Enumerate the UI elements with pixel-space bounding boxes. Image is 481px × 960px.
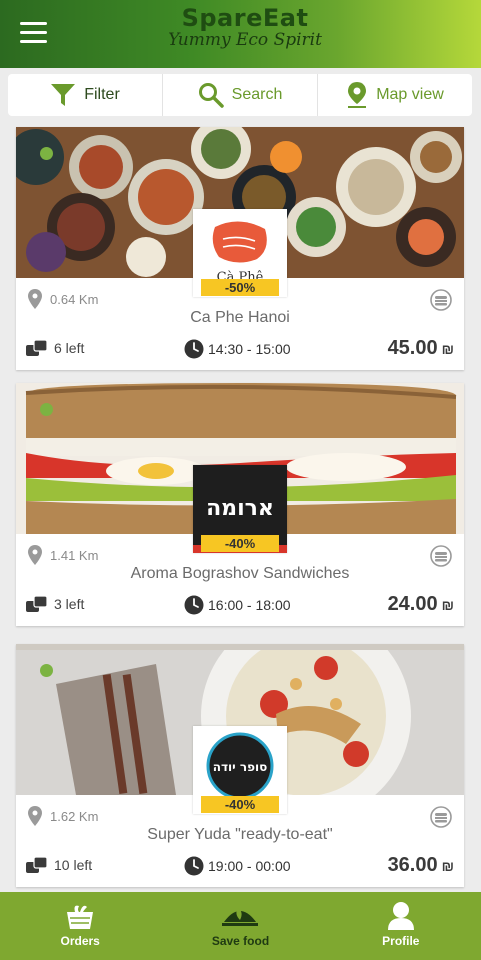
location-pin-icon	[28, 289, 42, 309]
pickup-time-text: 19:00 - 00:00	[208, 858, 291, 874]
restaurant-name: Ca Phe Hanoi	[190, 309, 290, 326]
items-left-text: 6 left	[54, 340, 85, 356]
pickup-time-text: 16:00 - 18:00	[208, 597, 291, 613]
portions-icon	[26, 340, 48, 356]
discount-badge: -40%	[201, 535, 279, 552]
items-left: 6 left	[26, 340, 84, 356]
items-left-text: 3 left	[54, 596, 85, 612]
filter-icon	[51, 84, 76, 106]
search-label: Search	[231, 86, 283, 103]
brand-title: SpareEat	[181, 4, 309, 32]
currency-symbol: ₪	[441, 858, 454, 874]
search-icon	[198, 83, 224, 108]
items-left: 3 left	[26, 596, 84, 612]
price-value: 36.00	[387, 854, 438, 876]
action-toolbar: Filter Search Map view	[8, 74, 472, 116]
distance-text: 1.41 Km	[50, 547, 99, 563]
app-header: SpareEat Yummy Eco Spirit	[0, 0, 481, 68]
filter-label: Filter	[84, 86, 120, 103]
clock-icon	[184, 595, 204, 615]
clock-icon	[184, 339, 204, 359]
map-view-button[interactable]: Map view	[317, 74, 472, 116]
location-pin-icon	[28, 545, 42, 565]
nav-save-food-label: Save food	[211, 934, 270, 948]
items-left: 10 left	[26, 857, 92, 873]
nav-profile-label: Profile	[382, 934, 420, 948]
pickup-time: 19:00 - 00:00	[184, 856, 291, 876]
pickup-time: 14:30 - 15:00	[184, 339, 291, 359]
brand-subtitle: Yummy Eco Spirit	[168, 30, 322, 50]
clock-icon	[184, 856, 204, 876]
restaurant-name: Super Yuda "ready-to-eat"	[147, 826, 333, 843]
offer-card[interactable]: ארומה -40% 1.41 Km Aroma Bograshov Sandw…	[16, 383, 464, 626]
basket-icon	[67, 905, 94, 929]
currency-symbol: ₪	[441, 597, 454, 613]
portions-icon	[26, 857, 48, 873]
status-dot	[40, 403, 53, 416]
offer-card[interactable]: Cà Phê -50% 0.64 Km Ca Phe Hanoi 6 left …	[16, 127, 464, 370]
price: 36.00 ₪	[388, 854, 454, 877]
bottom-nav: Orders Save food Profile	[0, 892, 481, 960]
nav-save-food[interactable]: Save food	[160, 892, 320, 960]
offer-card[interactable]: סופר יודה -40% 1.62 Km Super Yuda "ready…	[16, 644, 464, 887]
price-value: 24.00	[387, 593, 438, 615]
search-button[interactable]: Search	[162, 74, 317, 116]
map-view-label: Map view	[376, 86, 444, 103]
leaf-bowl-icon	[222, 908, 259, 926]
nav-orders[interactable]: Orders	[0, 892, 160, 960]
portions-icon	[26, 596, 48, 612]
items-left-text: 10 left	[54, 857, 93, 873]
distance-text: 0.64 Km	[50, 291, 99, 307]
price: 45.00 ₪	[388, 337, 454, 360]
status-dot	[40, 147, 53, 160]
pickup-time-text: 14:30 - 15:00	[208, 341, 291, 357]
distance: 0.64 Km	[28, 289, 98, 309]
currency-symbol: ₪	[441, 341, 454, 357]
discount-badge: -50%	[201, 279, 279, 296]
status-dot	[40, 664, 53, 677]
logo-text: ארומה	[206, 496, 274, 521]
pickup-time: 16:00 - 18:00	[184, 595, 291, 615]
price: 24.00 ₪	[388, 593, 454, 616]
logo-text: סופר יודה	[213, 760, 268, 774]
map-pin-icon	[348, 82, 367, 108]
distance: 1.41 Km	[28, 545, 98, 565]
menu-icon[interactable]	[20, 22, 47, 44]
distance-text: 1.62 Km	[50, 808, 99, 824]
location-pin-icon	[28, 806, 42, 826]
price-value: 45.00	[387, 337, 438, 359]
nav-orders-label: Orders	[60, 934, 100, 948]
restaurant-name: Aroma Bograshov Sandwiches	[130, 565, 350, 582]
user-icon	[387, 902, 414, 930]
nav-profile[interactable]: Profile	[321, 892, 481, 960]
discount-badge: -40%	[201, 796, 279, 813]
distance: 1.62 Km	[28, 806, 98, 826]
brand-logo: SpareEat Yummy Eco Spirit	[160, 4, 330, 50]
filter-button[interactable]: Filter	[8, 74, 162, 116]
